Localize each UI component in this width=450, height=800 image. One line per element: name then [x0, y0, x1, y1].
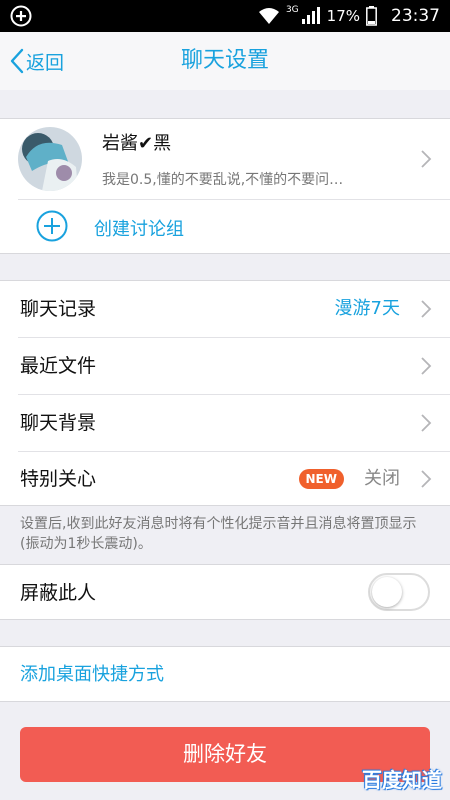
- recent-files-row[interactable]: 最近文件: [0, 338, 450, 394]
- create-group-row[interactable]: 创建讨论组: [0, 200, 450, 254]
- page-title: 聊天设置: [180, 48, 269, 73]
- settings-list: 聊天记录 漫游7天 最近文件 聊天背景 特别关心 NEW 关闭: [0, 280, 450, 506]
- nav-bar: 返回 聊天设置: [0, 32, 450, 90]
- battery-icon: [366, 6, 377, 26]
- chat-history-row[interactable]: 聊天记录 漫游7天: [0, 281, 450, 337]
- chat-history-label: 聊天记录: [20, 298, 97, 320]
- wifi-icon: [258, 8, 279, 24]
- chevron-right-icon: [421, 470, 432, 488]
- create-group-label: 创建讨论组: [94, 219, 184, 240]
- special-care-row[interactable]: 特别关心 NEW 关闭: [0, 451, 450, 507]
- profile-section: 岩酱✔黑 我是0.5,懂的不要乱说,不懂的不要问… 创建讨论组: [0, 118, 450, 254]
- block-section: 屏蔽此人: [0, 564, 450, 620]
- new-badge: NEW: [298, 469, 344, 489]
- contact-name: 岩酱✔黑: [102, 133, 172, 154]
- special-care-note: 设置后,收到此好友消息时将有个性化提示音并且消息将置顶显示(振动为1秒长震动)。: [20, 516, 417, 552]
- add-shortcut-row[interactable]: 添加桌面快捷方式: [0, 647, 450, 703]
- network-type: 3G: [285, 5, 299, 15]
- watermark-logo: 百度知道: [362, 768, 442, 792]
- chevron-right-icon: [421, 414, 432, 432]
- block-label: 屏蔽此人: [20, 582, 97, 604]
- signal-icon: [301, 7, 320, 24]
- shortcut-section: 添加桌面快捷方式: [0, 646, 450, 702]
- block-row: 屏蔽此人: [0, 565, 450, 621]
- profile-row[interactable]: 岩酱✔黑 我是0.5,懂的不要乱说,不懂的不要问…: [0, 119, 450, 199]
- chevron-right-icon: [421, 300, 432, 318]
- contact-signature: 我是0.5,懂的不要乱说,不懂的不要问…: [102, 172, 344, 188]
- avatar: [18, 127, 82, 191]
- clock: 23:37: [391, 6, 440, 26]
- chat-background-row[interactable]: 聊天背景: [0, 395, 450, 451]
- recent-files-label: 最近文件: [20, 355, 97, 377]
- special-care-value: 关闭: [364, 468, 400, 489]
- chevron-right-icon: [421, 357, 432, 375]
- block-toggle[interactable]: [368, 573, 430, 611]
- chevron-right-icon: [421, 150, 432, 168]
- add-circle-icon: [36, 210, 68, 242]
- chat-history-value: 漫游7天: [334, 298, 400, 319]
- chat-background-label: 聊天背景: [20, 412, 97, 434]
- battery-level: 17%: [326, 7, 360, 25]
- toggle-knob: [372, 577, 402, 607]
- add-notification-icon: [10, 5, 32, 27]
- status-bar: 3G 17% 23:37: [0, 0, 450, 32]
- add-shortcut-label: 添加桌面快捷方式: [20, 664, 164, 685]
- special-care-label: 特别关心: [20, 468, 97, 490]
